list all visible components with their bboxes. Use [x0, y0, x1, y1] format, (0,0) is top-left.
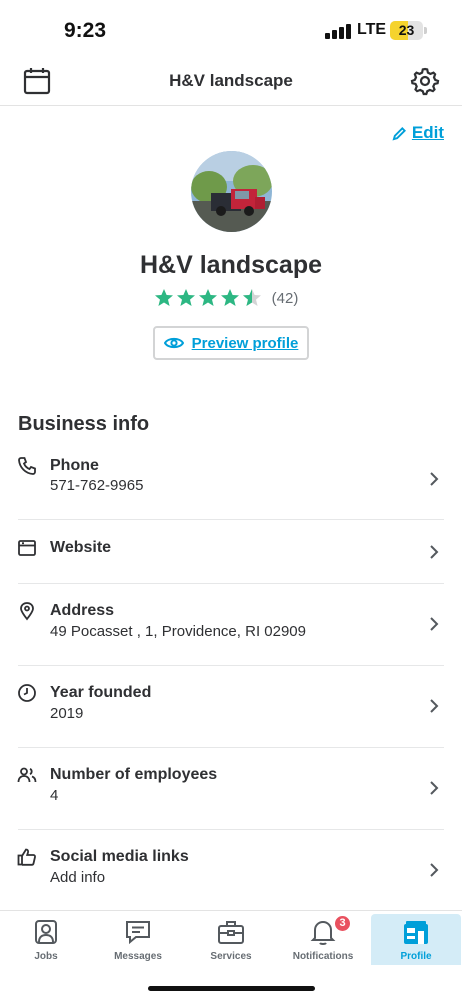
pencil-icon: [392, 126, 406, 140]
tab-notifications[interactable]: Notifications: [278, 914, 368, 965]
people-icon: [17, 767, 37, 783]
section-title: Business info: [18, 413, 150, 435]
info-label: Website: [50, 539, 112, 556]
rating-row: (42): [0, 288, 462, 308]
tab-label: Profile: [400, 951, 432, 962]
status-time: 9:23: [64, 19, 107, 42]
truck-photo: [191, 151, 272, 232]
info-label: Year founded: [50, 684, 152, 701]
tab-label: Messages: [114, 951, 162, 962]
business-name: H&V landscape: [139, 251, 322, 279]
battery-tip: [424, 27, 427, 34]
person-icon: [35, 920, 57, 944]
info-value: 49 Pocasset , 1, Providence, RI 02909: [50, 623, 306, 640]
edit-label: Edit: [411, 123, 444, 142]
info-row-phone[interactable]: Phone 571-762-9965: [0, 444, 462, 520]
clock-icon: [18, 684, 36, 702]
info-row-address[interactable]: Address 49 Pocasset , 1, Providence, RI …: [0, 584, 462, 666]
edit-link[interactable]: Edit: [392, 123, 444, 143]
info-label: Social media links: [50, 848, 189, 865]
star-icon: [154, 289, 173, 306]
tab-messages[interactable]: Messages: [93, 914, 183, 965]
info-label: Address: [50, 602, 115, 619]
browser-window-icon: [18, 540, 36, 556]
review-count[interactable]: (42): [272, 290, 299, 307]
info-row-social-media[interactable]: Social media links Add info: [0, 830, 462, 910]
info-value: 4: [50, 787, 59, 804]
info-label: Number of employees: [50, 766, 218, 783]
star-rating: [154, 288, 262, 308]
storefront-icon: [404, 921, 428, 944]
tab-jobs[interactable]: Jobs: [1, 914, 91, 965]
thumbs-up-icon: [17, 848, 36, 866]
message-icon: [126, 921, 150, 945]
network-type: LTE: [357, 21, 387, 38]
info-value: 2019: [50, 705, 84, 722]
info-row-employees[interactable]: Number of employees 4: [0, 748, 462, 830]
star-icon: [220, 289, 239, 306]
info-value: 571-762-9965: [50, 477, 144, 494]
chevron-right-icon: [430, 781, 439, 795]
preview-profile-label: Preview profile: [191, 334, 299, 352]
info-row-website[interactable]: Website: [0, 520, 462, 584]
location-pin-icon: [20, 602, 34, 621]
chevron-right-icon: [430, 472, 439, 486]
battery-icon: 23: [390, 21, 423, 40]
tab-services[interactable]: Services: [186, 914, 276, 965]
phone-icon: [18, 457, 36, 475]
tab-label: Services: [210, 951, 252, 962]
half-star-icon: [242, 289, 261, 306]
home-indicator: [148, 986, 315, 991]
info-label: Phone: [50, 457, 99, 474]
info-value: Add info: [50, 869, 106, 886]
chevron-right-icon: [430, 617, 439, 631]
chevron-right-icon: [430, 699, 439, 713]
star-icon: [176, 289, 195, 306]
preview-profile-button[interactable]: Preview profile: [153, 326, 309, 360]
star-icon: [198, 289, 217, 306]
status-bar: 9:23 LTE 23: [0, 0, 462, 56]
info-row-year-founded[interactable]: Year founded 2019: [0, 666, 462, 748]
tab-label: Jobs: [34, 951, 58, 962]
tab-label: Notifications: [292, 951, 354, 962]
notification-badge: 3: [333, 914, 352, 933]
signal-icon: [325, 23, 351, 39]
toolbox-icon: [218, 921, 244, 944]
chevron-right-icon: [430, 545, 439, 559]
gear-icon[interactable]: [410, 66, 440, 96]
avatar[interactable]: [191, 151, 272, 232]
page-title: H&V landscape: [169, 71, 293, 90]
tab-profile[interactable]: Profile: [371, 914, 461, 965]
chevron-right-icon: [430, 863, 439, 877]
eye-icon: [163, 337, 184, 349]
battery-level: 23: [398, 22, 415, 38]
top-header: H&V landscape: [0, 56, 462, 106]
